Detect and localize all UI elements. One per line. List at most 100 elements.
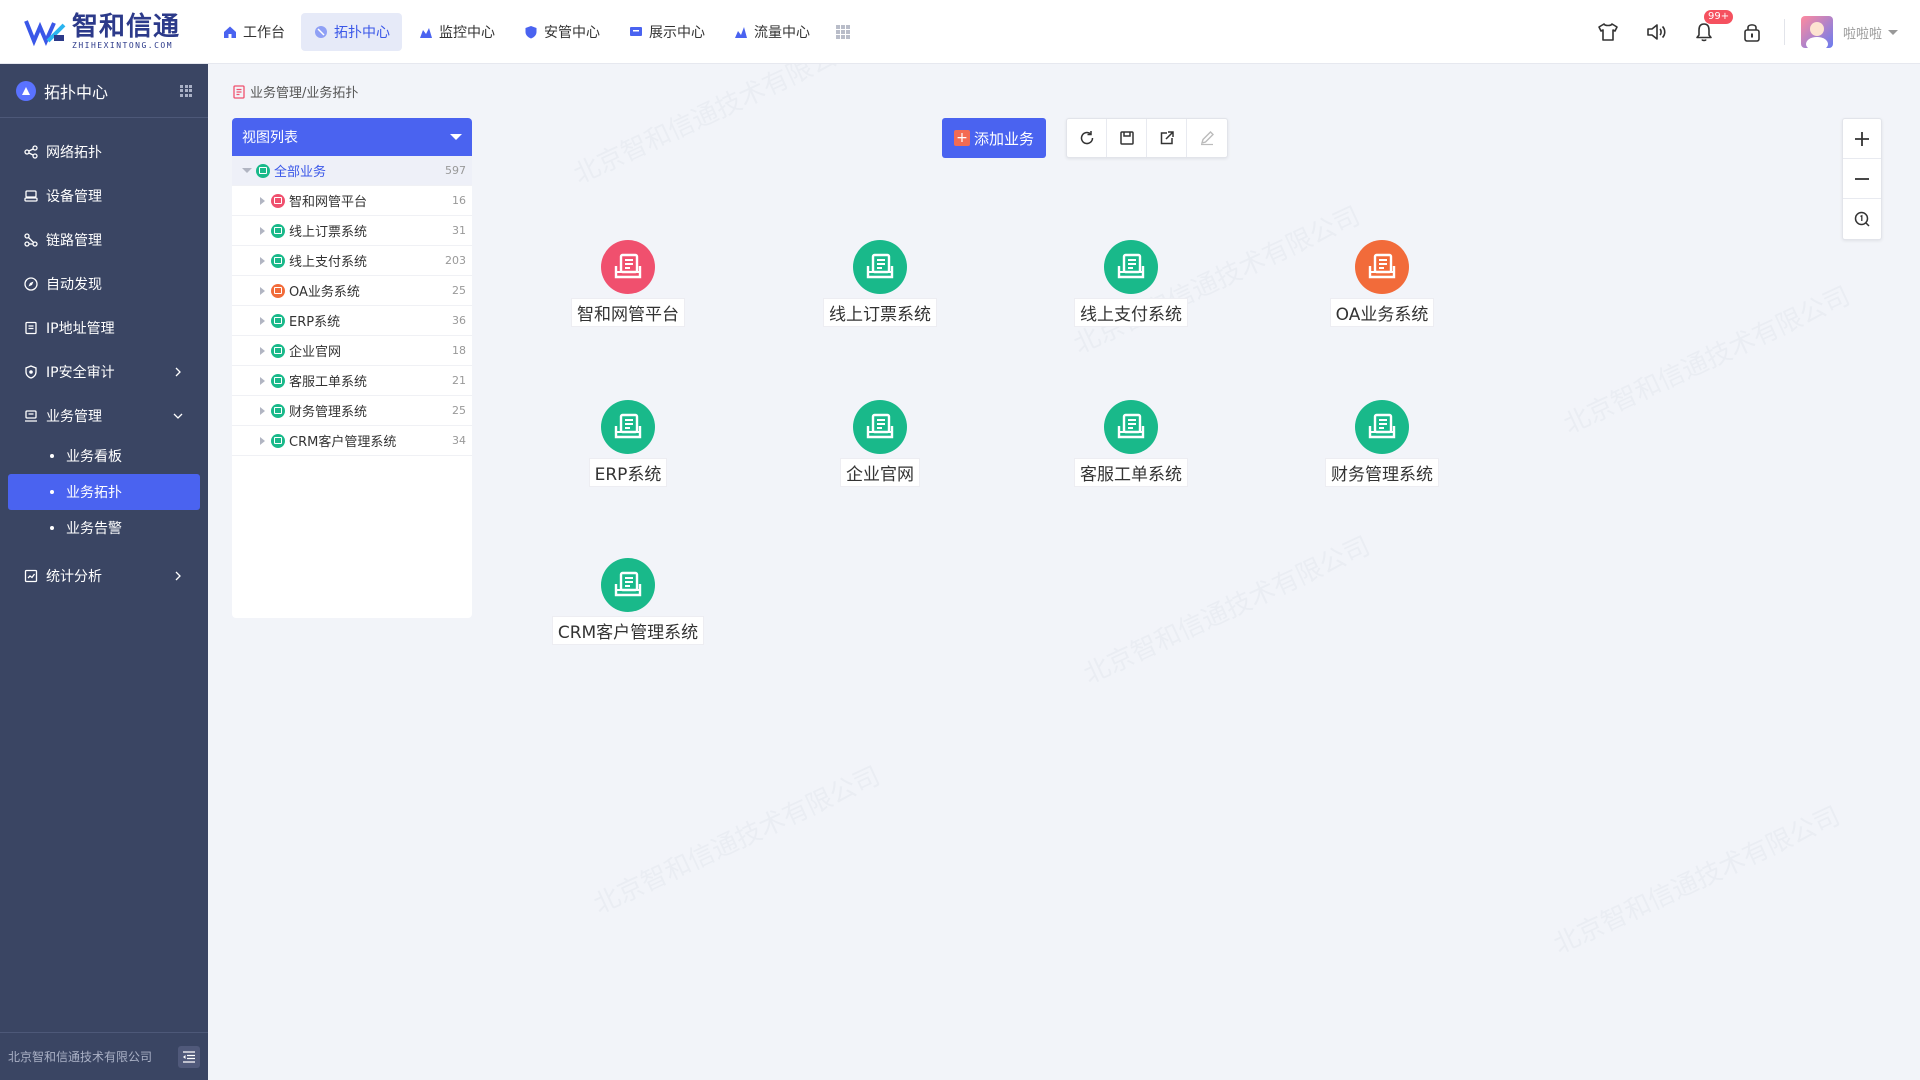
business-node-icon	[271, 313, 285, 328]
user-menu[interactable]: 啦啦啦	[1800, 16, 1898, 48]
tree-expand-icon[interactable]	[260, 346, 265, 355]
tree-node[interactable]: CRM客户管理系统 34	[232, 426, 472, 456]
ip-icon	[24, 321, 38, 335]
tree-node[interactable]: 财务管理系统 25	[232, 396, 472, 426]
tree-root-all-business[interactable]: 全部业务 597	[232, 156, 472, 186]
topnav-label: 拓扑中心	[334, 24, 390, 41]
topnav-label: 安管中心	[544, 24, 600, 41]
topology-node[interactable]: 线上订票系统	[805, 240, 955, 327]
tree-node-name: OA业务系统	[289, 285, 360, 300]
topology-node[interactable]: ERP系统	[553, 400, 703, 487]
sidebar-title: 拓扑中心	[44, 82, 109, 102]
sidebar-item-ip-address[interactable]: IP地址管理	[0, 306, 208, 350]
topnav-security[interactable]: 安管中心	[511, 13, 612, 51]
tree-node-count: 203	[445, 254, 466, 267]
tree-expand-icon[interactable]	[260, 436, 265, 445]
lock-icon[interactable]	[1740, 20, 1764, 44]
refresh-button[interactable]	[1067, 119, 1108, 157]
bell-icon[interactable]: 99+	[1692, 10, 1734, 44]
sidebar-item-label: 统计分析	[46, 569, 102, 585]
tree-expand-icon[interactable]	[242, 168, 252, 173]
caret-down-icon	[450, 134, 462, 140]
zoom-reset-icon	[1854, 211, 1870, 227]
topology-node[interactable]: 智和网管平台	[553, 240, 703, 327]
breadcrumb: 业务管理/业务拓扑	[232, 82, 358, 101]
tree-node-name: 客服工单系统	[289, 375, 368, 390]
topology-node[interactable]: 企业官网	[805, 400, 955, 487]
tree-node[interactable]: 企业官网 18	[232, 336, 472, 366]
topnav-traffic[interactable]: 流量中心	[721, 13, 822, 51]
collapse-sidebar-button[interactable]	[178, 1045, 200, 1068]
tool-button-group	[1066, 118, 1229, 158]
tree-expand-icon[interactable]	[260, 316, 265, 325]
edit-button[interactable]	[1187, 119, 1227, 157]
business-system-icon	[1104, 400, 1158, 454]
topology-node[interactable]: CRM客户管理系统	[551, 558, 705, 645]
sidebar-footer: 北京智和信通技术有限公司	[0, 1032, 208, 1080]
company-name: 北京智和信通技术有限公司	[8, 1050, 153, 1064]
tree-expand-icon[interactable]	[260, 196, 265, 205]
refresh-icon	[1080, 131, 1093, 145]
topology-node-label: 线上订票系统	[823, 298, 937, 327]
tree-expand-icon[interactable]	[260, 406, 265, 415]
tree-node-name: CRM客户管理系统	[289, 435, 397, 450]
topology-icon	[313, 24, 329, 40]
tree-node[interactable]: 智和网管平台 16	[232, 186, 472, 216]
sidebar-subitem-label: 业务看板	[66, 449, 122, 465]
tree-expand-icon[interactable]	[260, 256, 265, 265]
sidebar-item-link[interactable]: 链路管理	[0, 218, 208, 262]
sidebar-item-network-topology[interactable]: 网络拓扑	[0, 130, 208, 174]
topology-node[interactable]: 客服工单系统	[1056, 400, 1206, 487]
logo-mark-icon	[24, 17, 66, 47]
divider	[1783, 19, 1785, 45]
document-icon	[232, 84, 246, 99]
zoom-reset-button[interactable]	[1843, 199, 1881, 239]
tree-expand-icon[interactable]	[260, 226, 265, 235]
zoom-in-button[interactable]	[1843, 119, 1881, 159]
tree-node-name: ERP系统	[289, 315, 341, 330]
apps-grid-icon[interactable]	[180, 84, 192, 97]
tree-node[interactable]: 线上订票系统 31	[232, 216, 472, 246]
save-button[interactable]	[1107, 119, 1148, 157]
topnav-topology[interactable]: 拓扑中心	[301, 12, 402, 51]
sidebar-item-auto-discovery[interactable]: 自动发现	[0, 262, 208, 306]
monitor-icon	[418, 24, 434, 40]
tree-node[interactable]: 客服工单系统 21	[232, 366, 472, 396]
business-node-icon	[271, 403, 285, 418]
display-icon	[628, 24, 644, 40]
business-system-icon	[601, 400, 655, 454]
tree-expand-icon[interactable]	[260, 286, 265, 295]
apps-grid-icon[interactable]	[836, 24, 850, 39]
top-bar: 智和信通 ZHIHEXINTONG.COM 工作台 拓扑中心 监控中心 安管中心…	[0, 0, 1920, 64]
logo[interactable]: 智和信通 ZHIHEXINTONG.COM	[0, 0, 210, 64]
add-business-button[interactable]: + 添加业务	[942, 118, 1047, 158]
sidebar-item-statistics[interactable]: 统计分析	[0, 554, 208, 598]
shield-check-icon	[24, 365, 38, 379]
tree-node[interactable]: 线上支付系统 203	[232, 246, 472, 276]
zoom-out-button[interactable]	[1843, 159, 1881, 199]
view-list-dropdown[interactable]: 视图列表	[232, 118, 472, 156]
topnav-monitor[interactable]: 监控中心	[406, 13, 507, 51]
business-icon	[24, 409, 38, 423]
topology-node[interactable]: 财务管理系统	[1307, 400, 1457, 487]
sidebar-item-ip-security-audit[interactable]: IP安全审计	[0, 350, 208, 394]
topology-node[interactable]: OA业务系统	[1307, 240, 1457, 327]
topology-node[interactable]: 线上支付系统	[1056, 240, 1206, 327]
sidebar-item-business[interactable]: 业务管理	[0, 394, 208, 438]
export-button[interactable]	[1147, 119, 1188, 157]
sidebar-subitem-business-alarm[interactable]: 业务告警	[8, 510, 200, 546]
business-node-icon	[271, 373, 285, 388]
sidebar-item-device[interactable]: 设备管理	[0, 174, 208, 218]
skin-shirt-icon[interactable]	[1596, 20, 1620, 44]
tree-node[interactable]: OA业务系统 25	[232, 276, 472, 306]
tree-node[interactable]: ERP系统 36	[232, 306, 472, 336]
tree-node-count: 21	[452, 374, 466, 387]
sound-icon[interactable]	[1644, 20, 1668, 44]
sidebar-subitem-business-board[interactable]: 业务看板	[8, 438, 200, 474]
tree-expand-icon[interactable]	[260, 376, 265, 385]
topnav-display[interactable]: 展示中心	[616, 13, 717, 51]
sidebar-subitem-business-topology[interactable]: 业务拓扑	[8, 474, 200, 510]
add-business-label: 添加业务	[974, 129, 1035, 148]
business-node-icon	[256, 163, 270, 178]
topnav-workbench[interactable]: 工作台	[210, 13, 297, 51]
